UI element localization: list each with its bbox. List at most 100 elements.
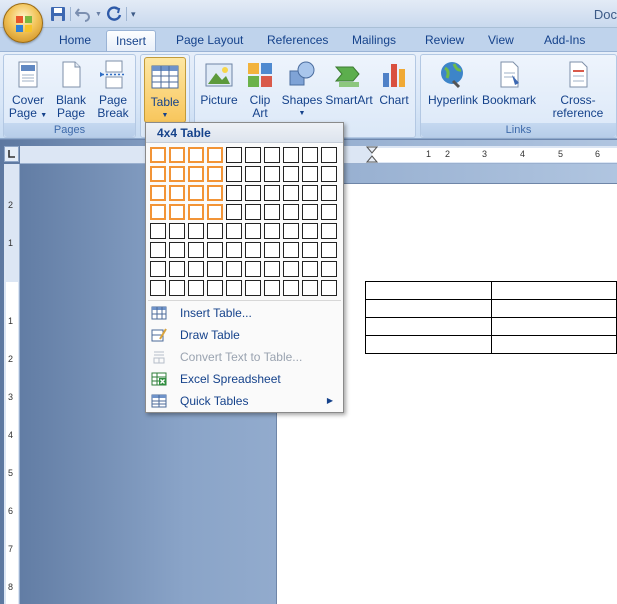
insert-table-item[interactable]: Insert Table... (146, 302, 343, 324)
grid-cell-selected[interactable] (150, 147, 166, 163)
grid-cell[interactable] (207, 242, 223, 258)
grid-cell[interactable] (245, 242, 261, 258)
save-icon[interactable] (50, 6, 66, 22)
grid-cell[interactable] (264, 185, 280, 201)
grid-cell[interactable] (283, 223, 299, 239)
table-cell[interactable] (490, 299, 617, 318)
grid-cell-selected[interactable] (207, 147, 223, 163)
grid-cell-selected[interactable] (207, 204, 223, 220)
grid-cell[interactable] (226, 166, 242, 182)
grid-cell[interactable] (226, 204, 242, 220)
tab-review[interactable]: Review (416, 30, 473, 52)
smartart-button[interactable]: SmartArt (325, 59, 373, 107)
grid-cell[interactable] (321, 261, 337, 277)
grid-cell[interactable] (245, 223, 261, 239)
table-row[interactable] (365, 335, 617, 354)
grid-cell[interactable] (207, 223, 223, 239)
table-cell[interactable] (365, 335, 492, 354)
grid-cell[interactable] (302, 204, 318, 220)
convert-text-to-table-item[interactable]: Convert Text to Table... (146, 346, 343, 368)
tab-view[interactable]: View (479, 30, 523, 52)
grid-cell-selected[interactable] (188, 185, 204, 201)
grid-cell-selected[interactable] (188, 147, 204, 163)
indent-marker-icon[interactable] (366, 146, 378, 164)
tab-selector[interactable] (4, 146, 19, 162)
grid-cell[interactable] (226, 223, 242, 239)
grid-cell[interactable] (150, 223, 166, 239)
grid-cell[interactable] (188, 242, 204, 258)
table-cell[interactable] (365, 299, 492, 318)
shapes-button[interactable]: Shapes ▼ (281, 59, 323, 120)
grid-cell[interactable] (169, 280, 185, 296)
grid-cell[interactable] (150, 242, 166, 258)
table-button[interactable]: Table ▼ (144, 57, 186, 123)
grid-cell-selected[interactable] (150, 185, 166, 201)
grid-cell-selected[interactable] (188, 204, 204, 220)
grid-cell[interactable] (264, 280, 280, 296)
grid-cell[interactable] (302, 280, 318, 296)
grid-cell[interactable] (264, 242, 280, 258)
grid-cell[interactable] (245, 261, 261, 277)
grid-cell[interactable] (283, 166, 299, 182)
grid-cell[interactable] (169, 242, 185, 258)
blank-page-button[interactable]: Blank Page (52, 59, 90, 120)
undo-icon[interactable] (74, 6, 91, 22)
clip-art-button[interactable]: Clip Art (243, 59, 277, 120)
grid-cell[interactable] (283, 242, 299, 258)
grid-cell[interactable] (245, 185, 261, 201)
table-cell[interactable] (490, 317, 617, 336)
grid-cell[interactable] (283, 147, 299, 163)
grid-cell[interactable] (169, 261, 185, 277)
grid-cell-selected[interactable] (169, 166, 185, 182)
bookmark-button[interactable]: Bookmark (481, 59, 537, 107)
grid-cell-selected[interactable] (169, 147, 185, 163)
cover-page-button[interactable]: Cover Page ▼ (8, 59, 48, 122)
grid-cell[interactable] (283, 185, 299, 201)
grid-cell-selected[interactable] (188, 166, 204, 182)
table-cell[interactable] (365, 317, 492, 336)
undo-dropdown-icon[interactable]: ▼ (95, 11, 102, 18)
grid-cell[interactable] (207, 261, 223, 277)
grid-cell[interactable] (226, 261, 242, 277)
grid-cell[interactable] (321, 147, 337, 163)
grid-cell-selected[interactable] (207, 166, 223, 182)
hyperlink-button[interactable]: Hyperlink (425, 59, 481, 107)
grid-cell[interactable] (245, 204, 261, 220)
picture-button[interactable]: Picture (198, 59, 240, 107)
grid-cell[interactable] (321, 166, 337, 182)
grid-cell[interactable] (283, 204, 299, 220)
grid-cell[interactable] (302, 242, 318, 258)
grid-cell[interactable] (302, 185, 318, 201)
grid-cell[interactable] (321, 242, 337, 258)
grid-cell[interactable] (321, 223, 337, 239)
grid-cell[interactable] (226, 280, 242, 296)
table-cell[interactable] (365, 281, 492, 300)
grid-cell[interactable] (264, 223, 280, 239)
grid-cell[interactable] (264, 261, 280, 277)
grid-cell[interactable] (302, 261, 318, 277)
office-button[interactable] (3, 3, 43, 43)
grid-cell[interactable] (321, 185, 337, 201)
quick-tables-item[interactable]: Quick Tables ▶ (146, 390, 343, 412)
grid-cell-selected[interactable] (207, 185, 223, 201)
grid-cell-selected[interactable] (150, 166, 166, 182)
grid-cell[interactable] (283, 261, 299, 277)
grid-cell[interactable] (188, 280, 204, 296)
grid-cell[interactable] (226, 147, 242, 163)
grid-cell-selected[interactable] (150, 204, 166, 220)
grid-cell[interactable] (264, 147, 280, 163)
grid-cell-selected[interactable] (169, 204, 185, 220)
grid-cell[interactable] (321, 280, 337, 296)
tab-mailings[interactable]: Mailings (343, 30, 405, 52)
table-cell[interactable] (490, 335, 617, 354)
tab-page-layout[interactable]: Page Layout (167, 30, 252, 52)
tab-references[interactable]: References (258, 30, 337, 52)
grid-cell[interactable] (169, 223, 185, 239)
grid-cell[interactable] (283, 280, 299, 296)
table-row[interactable] (365, 281, 617, 300)
grid-cell-selected[interactable] (169, 185, 185, 201)
customize-qat-icon[interactable]: ▾ (131, 9, 136, 20)
draw-table-item[interactable]: Draw Table (146, 324, 343, 346)
page-break-button[interactable]: Page Break (93, 59, 133, 120)
table-row[interactable] (365, 299, 617, 318)
